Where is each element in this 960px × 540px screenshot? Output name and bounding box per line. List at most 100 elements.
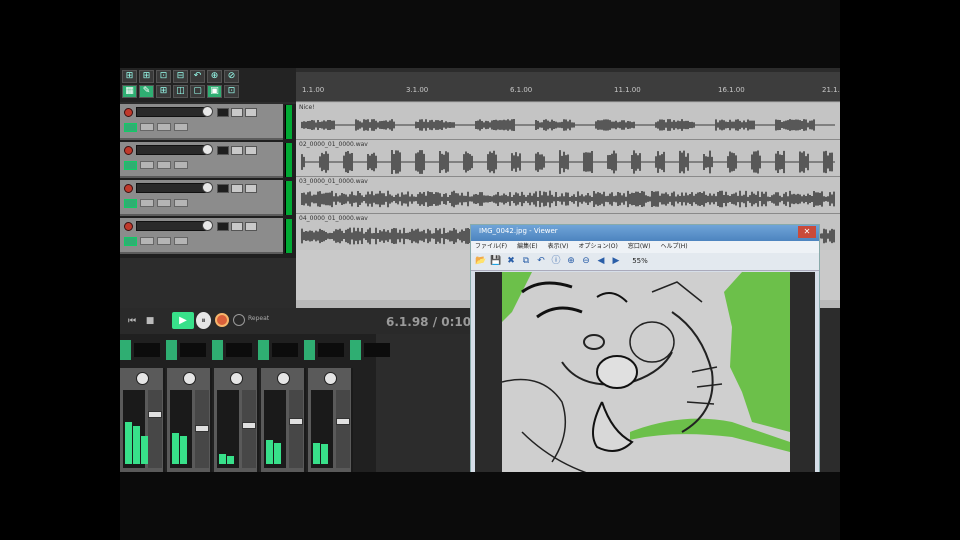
fader-handle[interactable] xyxy=(195,425,209,432)
pan-knob[interactable] xyxy=(183,372,196,385)
fader-handle[interactable] xyxy=(336,418,350,425)
mute-button[interactable] xyxy=(231,146,243,155)
stop-button[interactable]: ■ xyxy=(142,314,158,328)
fx-button[interactable] xyxy=(124,199,137,208)
solo-button[interactable] xyxy=(245,146,257,155)
mixer-insert-slot[interactable] xyxy=(350,340,392,362)
viewer-menu-item[interactable]: ヘルプ(H) xyxy=(660,241,687,253)
phase-button[interactable] xyxy=(157,199,171,207)
mixer-channel-strip[interactable] xyxy=(308,368,353,472)
viewer-menu-item[interactable]: 表示(V) xyxy=(548,241,569,253)
track-name-field[interactable] xyxy=(136,183,206,193)
phase-button[interactable] xyxy=(157,123,171,131)
mixer-insert-slot[interactable] xyxy=(212,340,254,362)
copy-icon[interactable]: ⧉ xyxy=(520,255,532,267)
volume-fader[interactable] xyxy=(195,390,209,468)
toolbar-button-icon[interactable]: ⊡ xyxy=(156,70,171,83)
mixer-insert-slot[interactable] xyxy=(304,340,346,362)
mixer-insert-slot[interactable] xyxy=(120,340,162,362)
volume-fader[interactable] xyxy=(336,390,350,468)
toolbar-button-icon[interactable]: ◫ xyxy=(173,85,188,98)
mixer-channel-strip[interactable] xyxy=(167,368,212,472)
mixer-channel-strip[interactable] xyxy=(214,368,259,472)
viewer-menu-item[interactable]: オプション(O) xyxy=(578,241,617,253)
pan-knob[interactable] xyxy=(136,372,149,385)
viewer-menu-item[interactable]: 編集(E) xyxy=(517,241,537,253)
env-button[interactable] xyxy=(140,199,154,207)
toolbar-button-icon[interactable]: ▣ xyxy=(207,85,222,98)
route-button[interactable] xyxy=(174,199,188,207)
save-icon[interactable]: 💾 xyxy=(490,255,502,267)
close-icon[interactable]: ✕ xyxy=(798,226,816,238)
fx-button[interactable] xyxy=(124,161,137,170)
fx-button[interactable] xyxy=(124,237,137,246)
zoom-out-icon[interactable]: ⊖ xyxy=(580,255,592,267)
next-icon[interactable]: ▶ xyxy=(610,255,622,267)
prev-icon[interactable]: ◀ xyxy=(595,255,607,267)
toolbar-button-icon[interactable]: ⊡ xyxy=(224,85,239,98)
mute-button[interactable] xyxy=(231,222,243,231)
track-header[interactable] xyxy=(120,142,283,178)
info-icon[interactable]: ⓘ xyxy=(550,255,562,267)
open-icon[interactable]: 📂 xyxy=(475,255,487,267)
toolbar-button-icon[interactable]: ✎ xyxy=(139,85,154,98)
toolbar-button-icon[interactable]: ▦ xyxy=(122,85,137,98)
volume-fader[interactable] xyxy=(148,390,162,468)
zoom-in-icon[interactable]: ⊕ xyxy=(565,255,577,267)
media-item[interactable]: 02_0000_01_0000.wav xyxy=(296,140,840,177)
mixer-channel-strip[interactable] xyxy=(261,368,306,472)
pan-knob[interactable] xyxy=(324,372,337,385)
solo-button[interactable] xyxy=(245,108,257,117)
route-button[interactable] xyxy=(174,161,188,169)
fx-button[interactable] xyxy=(124,123,137,132)
track-name-field[interactable] xyxy=(136,221,206,231)
viewer-menu-item[interactable]: ファイル(F) xyxy=(475,241,507,253)
solo-button[interactable] xyxy=(245,222,257,231)
media-item[interactable]: Nice! xyxy=(296,103,840,140)
delete-icon[interactable]: ✖ xyxy=(505,255,517,267)
route-button[interactable] xyxy=(174,237,188,245)
zoom-value[interactable]: 55% xyxy=(625,255,655,267)
env-button[interactable] xyxy=(140,237,154,245)
mixer-insert-slot[interactable] xyxy=(166,340,208,362)
env-button[interactable] xyxy=(140,123,154,131)
env-button[interactable] xyxy=(140,161,154,169)
phase-button[interactable] xyxy=(157,161,171,169)
solo-button[interactable] xyxy=(245,184,257,193)
toolbar-button-icon[interactable]: ⊞ xyxy=(122,70,137,83)
toolbar-button-icon[interactable]: ⊞ xyxy=(139,70,154,83)
track-name-field[interactable] xyxy=(136,145,206,155)
record-arm-icon[interactable] xyxy=(124,184,133,193)
volume-knob[interactable] xyxy=(202,220,213,231)
rewind-button[interactable]: ⏮ xyxy=(124,314,140,328)
route-button[interactable] xyxy=(174,123,188,131)
pause-button[interactable]: ⏸ xyxy=(196,312,211,329)
media-item[interactable]: 03_0000_01_0000.wav xyxy=(296,177,840,214)
track-header[interactable] xyxy=(120,218,283,254)
record-button[interactable] xyxy=(215,313,229,327)
toolbar-button-icon[interactable]: ⊟ xyxy=(173,70,188,83)
toolbar-button-icon[interactable]: ↶ xyxy=(190,70,205,83)
track-name-field[interactable] xyxy=(136,107,206,117)
record-arm-icon[interactable] xyxy=(124,146,133,155)
toolbar-button-icon[interactable]: ⊕ xyxy=(207,70,222,83)
toolbar-button-icon[interactable]: ⊞ xyxy=(156,85,171,98)
undo-icon[interactable]: ↶ xyxy=(535,255,547,267)
viewer-menu-item[interactable]: 窓口(W) xyxy=(628,241,651,253)
mute-button[interactable] xyxy=(231,108,243,117)
play-button[interactable]: ▶ xyxy=(172,312,194,329)
io-button[interactable] xyxy=(217,108,229,117)
track-header[interactable] xyxy=(120,180,283,216)
track-header[interactable] xyxy=(120,104,283,140)
volume-fader[interactable] xyxy=(242,390,256,468)
volume-fader[interactable] xyxy=(289,390,303,468)
viewer-titlebar[interactable]: IMG_0042.jpg - Viewer ✕ xyxy=(471,225,819,241)
mixer-channel-strip[interactable] xyxy=(120,368,165,472)
fader-handle[interactable] xyxy=(289,418,303,425)
volume-knob[interactable] xyxy=(202,144,213,155)
timeline-ruler[interactable]: 1.1.00 3.1.00 6.1.00 11.1.00 16.1.00 21.1.00 xyxy=(296,72,840,102)
record-arm-icon[interactable] xyxy=(124,222,133,231)
repeat-icon[interactable] xyxy=(233,314,245,326)
io-button[interactable] xyxy=(217,184,229,193)
pan-knob[interactable] xyxy=(277,372,290,385)
